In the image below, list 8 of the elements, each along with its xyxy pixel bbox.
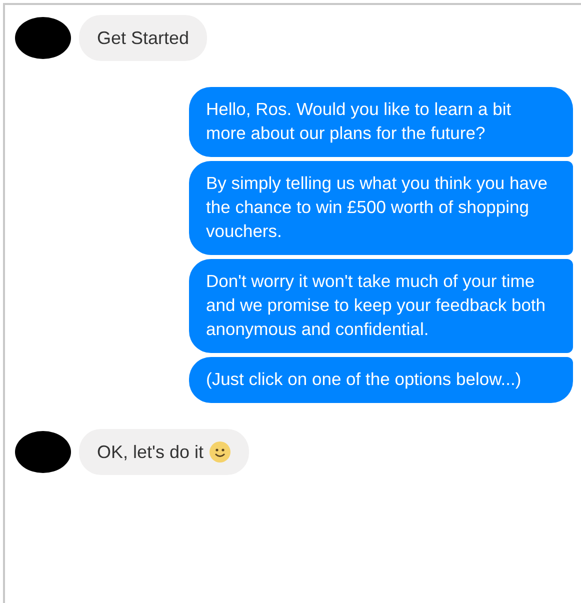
avatar [15, 17, 71, 59]
message-bubble: By simply telling us what you think you have the chance to win £500 worth of shopping vouchers. [189, 161, 573, 255]
message-bubble: (Just click on one of the options below...) [189, 357, 573, 403]
message-bubble: Get Started [79, 15, 208, 61]
message-bubble: Hello, Ros. Would you like to learn a bit more about our plans for the future? [189, 87, 573, 157]
message-bubble: Don't worry it won't take much of your time and we promise to keep your feedback both anonymous and confidential. [189, 259, 573, 353]
message-bubble: OK, let's do it [79, 429, 250, 475]
avatar [15, 431, 71, 473]
